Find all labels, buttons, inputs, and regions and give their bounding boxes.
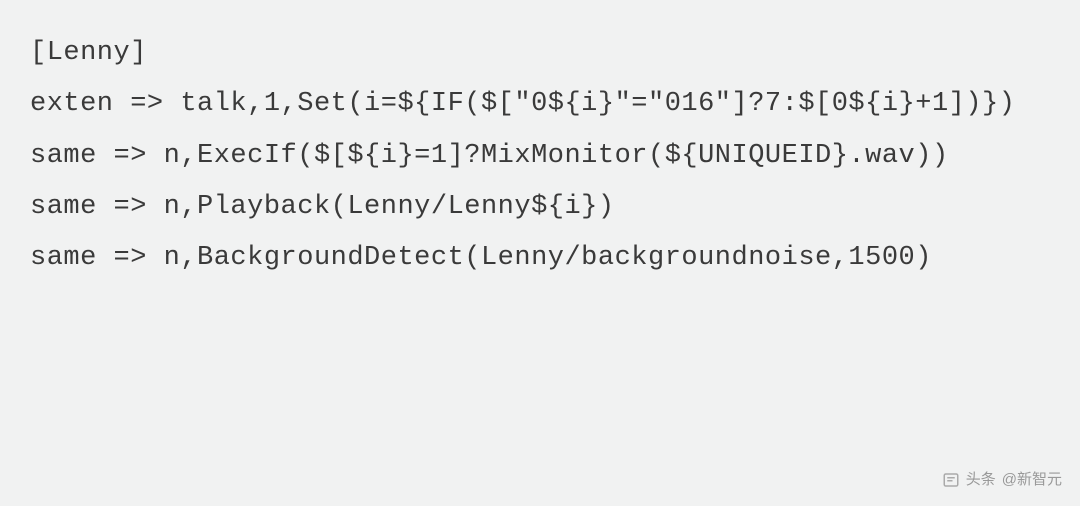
- code-line: same => n,Playback(Lenny/Lenny${i}): [30, 182, 1050, 233]
- code-line: [Lenny]: [30, 28, 1050, 79]
- watermark-prefix: 头条: [966, 466, 996, 495]
- code-line: same => n,ExecIf($[${i}=1]?MixMonitor(${…: [30, 131, 1050, 182]
- code-line: exten => talk,1,Set(i=${IF($["0${i}"="01…: [30, 79, 1050, 130]
- toutiao-icon: [942, 471, 960, 489]
- watermark: 头条 @新智元: [942, 466, 1062, 495]
- code-line: same => n,BackgroundDetect(Lenny/backgro…: [30, 233, 1050, 284]
- watermark-account: @新智元: [1002, 466, 1062, 495]
- code-block: [Lenny] exten => talk,1,Set(i=${IF($["0$…: [30, 28, 1050, 284]
